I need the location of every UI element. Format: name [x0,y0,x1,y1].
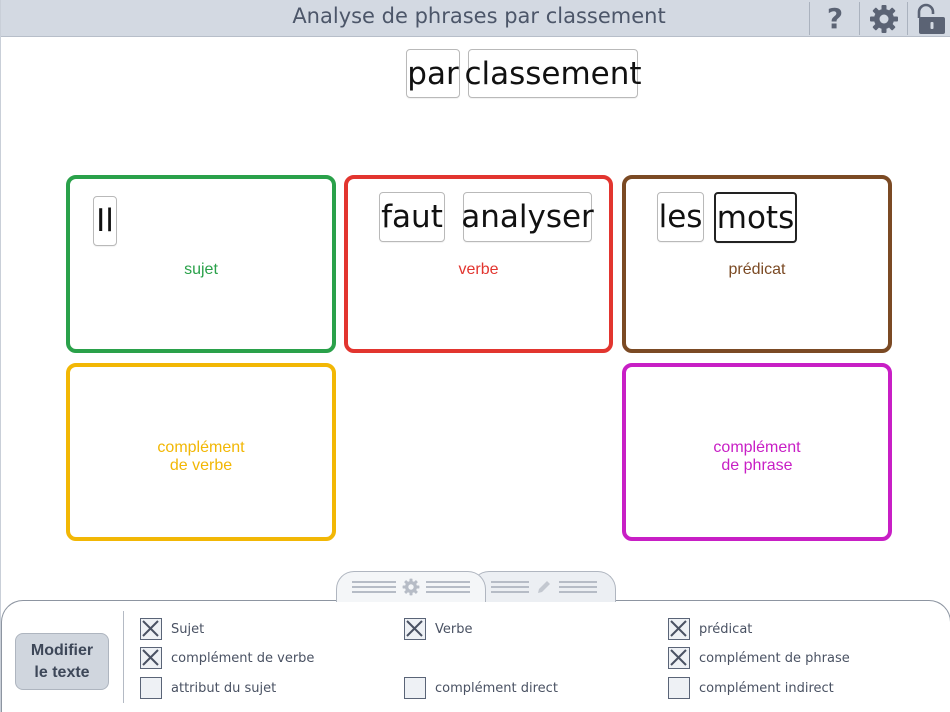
option-label: prédicat [699,621,753,637]
word-token[interactable]: analyser [461,192,594,242]
edit-tab[interactable] [471,571,616,602]
modify-text-label-line2: le texte [34,664,90,681]
app-window: Analyse de phrases par classement ? par … [0,0,950,712]
word-token[interactable]: Il [93,196,117,246]
title-bar: Analyse de phrases par classement ? [1,0,950,37]
word-token[interactable]: classement [464,49,642,98]
checkbox-checked[interactable] [404,618,426,640]
option-verbe[interactable]: Verbe [404,617,472,641]
option-predicat[interactable]: prédicat [668,617,752,641]
modify-text-button[interactable]: Modifier le texte [15,633,109,690]
option-label: complément de phrase [699,650,850,666]
option-complement-verbe[interactable]: complément de verbe [140,646,314,670]
toolbar-divider [809,2,810,35]
check-x-icon [670,620,687,637]
option-attribut-sujet[interactable]: attribut du sujet [140,676,276,700]
option-label: complément indirect [699,680,834,696]
word-token-selected[interactable]: mots [714,192,797,243]
checkbox-checked[interactable] [668,618,690,640]
gear-icon [402,578,420,596]
category-label: sujet [184,261,218,278]
option-sujet[interactable]: Sujet [140,617,204,641]
checkbox-unchecked[interactable] [668,677,690,699]
category-label-line: de phrase [721,457,793,474]
category-label: prédicat [728,261,786,278]
lock-icon [917,3,945,34]
check-x-icon [670,649,687,666]
option-label: Verbe [435,621,473,637]
category-label-line: de verbe [169,457,233,474]
option-complement-indirect[interactable]: complément indirect [668,676,834,700]
option-label: complément de verbe [171,650,315,666]
word-token[interactable]: faut [379,192,445,242]
check-x-icon [142,620,159,637]
option-complement-direct[interactable]: complément direct [404,676,558,700]
modify-text-label-line1: Modifier [30,642,94,659]
lock-button[interactable] [909,0,950,37]
category-box-complement-verbe[interactable]: complément de verbe [66,363,336,541]
category-label: verbe [458,261,499,278]
checkbox-unchecked[interactable] [140,677,162,699]
word-token[interactable]: par [406,49,460,98]
option-label: attribut du sujet [171,680,277,696]
checkbox-checked[interactable] [668,647,690,669]
help-icon: ? [826,2,844,35]
option-complement-phrase[interactable]: complément de phrase [668,646,850,670]
panel-divider [123,611,124,703]
app-title: Analyse de phrases par classement [292,4,666,28]
category-box-complement-phrase[interactable]: complément de phrase [622,363,892,541]
option-label: Sujet [171,621,205,637]
check-x-icon [142,649,159,666]
word-token[interactable]: les [657,192,704,242]
toolbar-divider [859,2,860,35]
toolbar-divider [907,2,908,35]
settings-tab[interactable] [336,571,486,602]
checkbox-checked[interactable] [140,618,162,640]
category-label: complément de phrase [626,439,888,475]
tab-lines [558,581,597,593]
pencil-icon [537,581,550,593]
checkbox-unchecked[interactable] [404,677,426,699]
settings-button[interactable] [862,0,906,37]
check-x-icon [406,620,423,637]
option-label: complément direct [435,680,558,696]
category-label-line: complément [713,439,801,456]
category-label: complément de verbe [70,439,332,475]
tab-lines [426,581,470,593]
tab-lines [352,581,396,593]
gear-icon [870,4,898,33]
tab-lines [490,581,529,593]
help-button[interactable]: ? [813,0,857,37]
checkbox-checked[interactable] [140,647,162,669]
category-label-line: complément [157,439,245,456]
